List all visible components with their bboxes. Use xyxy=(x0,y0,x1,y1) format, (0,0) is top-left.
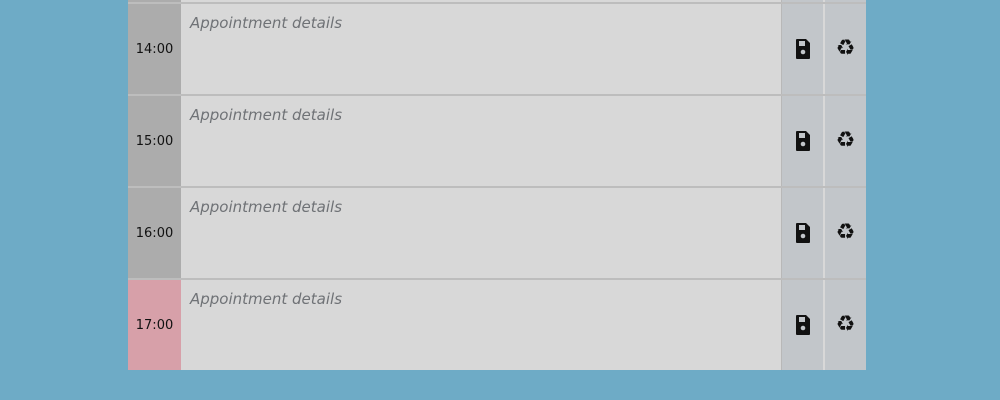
hour-label: 16:00 xyxy=(128,188,181,278)
recycle-icon: ♻ xyxy=(835,312,856,337)
time-block-row: 15:00 ♻ xyxy=(128,94,866,186)
delete-button xyxy=(823,0,866,2)
save-button xyxy=(781,0,823,2)
recycle-icon: ♻ xyxy=(835,128,856,153)
save-button[interactable] xyxy=(781,280,823,370)
hour-label: 15:00 xyxy=(128,96,181,186)
details-cell xyxy=(181,0,781,2)
time-block-row: 17:00 ♻ xyxy=(128,278,866,370)
appointment-input[interactable] xyxy=(181,188,781,278)
details-cell xyxy=(181,4,781,94)
details-cell xyxy=(181,280,781,370)
save-button[interactable] xyxy=(781,96,823,186)
delete-button[interactable]: ♻ xyxy=(823,188,866,278)
save-icon xyxy=(795,223,810,243)
hour-cell xyxy=(128,0,181,2)
recycle-icon: ♻ xyxy=(835,36,856,61)
appointment-input[interactable] xyxy=(181,96,781,186)
delete-button[interactable]: ♻ xyxy=(823,96,866,186)
previous-row-stub xyxy=(128,0,866,2)
scheduler: 14:00 ♻ 15:00 ♻ xyxy=(128,0,866,370)
time-block-row: 16:00 ♻ xyxy=(128,186,866,278)
save-icon xyxy=(795,131,810,151)
save-button[interactable] xyxy=(781,4,823,94)
appointment-input[interactable] xyxy=(181,280,781,370)
save-button[interactable] xyxy=(781,188,823,278)
appointment-input[interactable] xyxy=(181,4,781,94)
save-icon xyxy=(795,315,810,335)
details-cell xyxy=(181,96,781,186)
time-block-row: 14:00 ♻ xyxy=(128,2,866,94)
recycle-icon: ♻ xyxy=(835,220,856,245)
details-cell xyxy=(181,188,781,278)
delete-button[interactable]: ♻ xyxy=(823,280,866,370)
save-icon xyxy=(795,39,810,59)
hour-label: 14:00 xyxy=(128,4,181,94)
delete-button[interactable]: ♻ xyxy=(823,4,866,94)
hour-label: 17:00 xyxy=(128,280,181,370)
